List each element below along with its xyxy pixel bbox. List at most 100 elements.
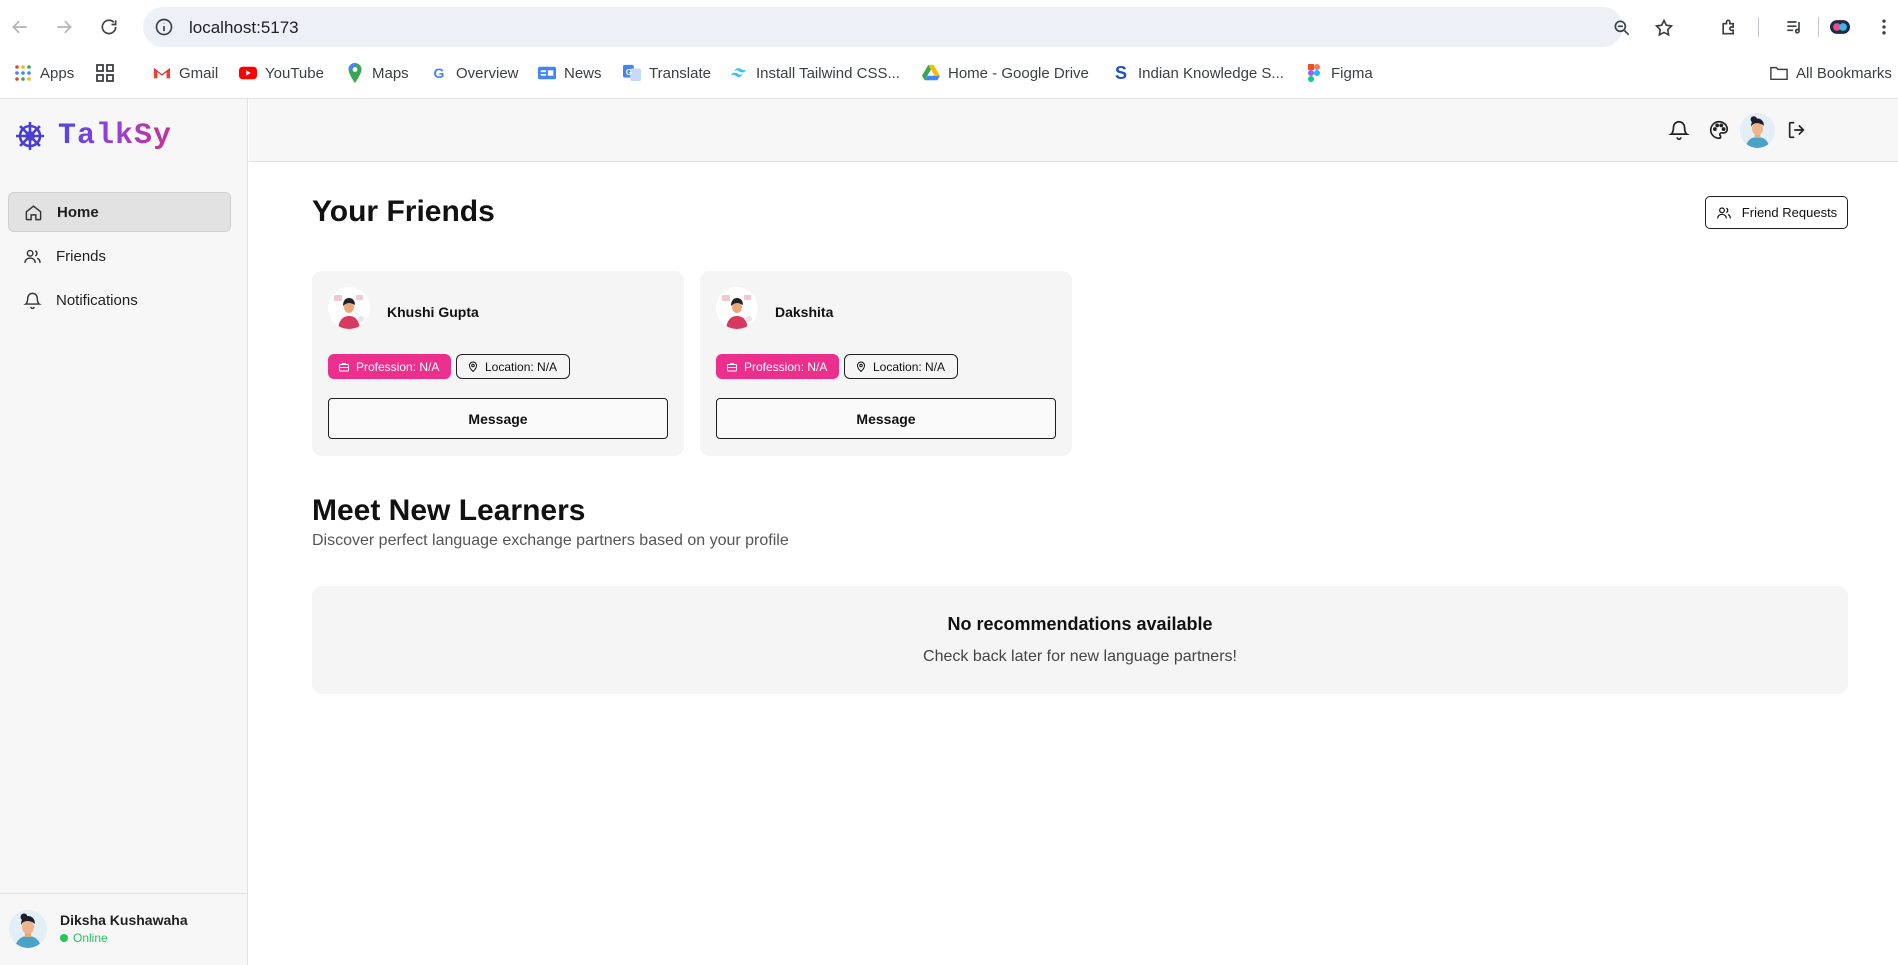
current-user: Diksha Kushawaha Online — [0, 893, 248, 965]
apps-grid-icon — [14, 64, 32, 82]
page-title: Your Friends — [312, 195, 495, 228]
tailwind-icon — [730, 64, 748, 82]
drive-icon — [922, 64, 940, 82]
message-button[interactable]: Message — [328, 398, 668, 439]
sidebar-item-friends[interactable]: Friends — [8, 236, 231, 276]
bookmark-news[interactable]: News — [538, 60, 602, 86]
briefcase-icon — [339, 362, 349, 371]
avatar[interactable] — [716, 287, 758, 329]
ship-wheel-icon — [16, 122, 44, 150]
more-vertical-icon — [1882, 19, 1886, 35]
friend-requests-label: Friend Requests — [1741, 205, 1838, 220]
youtube-icon — [239, 64, 257, 82]
forward-button[interactable] — [50, 13, 78, 41]
sidebar-item-label: Notifications — [56, 291, 138, 309]
theme-selector-button[interactable] — [1706, 117, 1732, 143]
tab-groups-icon — [96, 64, 114, 82]
media-button[interactable] — [1780, 13, 1808, 41]
online-dot-icon — [60, 934, 68, 942]
url-text[interactable]: localhost:5173 — [189, 18, 299, 38]
status-badge: Online — [60, 931, 108, 945]
bookmark-figma[interactable]: Figma — [1305, 60, 1373, 86]
arrow-right-icon — [57, 20, 72, 34]
bookmark-maps[interactable]: Maps — [346, 60, 409, 86]
main-content: Your Friends Friend Requests Khushi Gupt… — [249, 163, 1898, 965]
zoom-icon[interactable] — [1611, 17, 1633, 39]
bookmark-star-icon[interactable] — [1653, 17, 1675, 39]
friend-card: Dakshita Profession: N/A Location: N/A M… — [700, 271, 1072, 456]
avatar[interactable] — [328, 287, 370, 329]
logout-icon — [1788, 121, 1805, 139]
reload-icon — [101, 19, 117, 35]
section-subtitle: Discover perfect language exchange partn… — [312, 532, 789, 549]
logo[interactable]: TalkSy — [14, 119, 172, 153]
folder-icon — [1770, 64, 1788, 82]
browser-chrome: localhost:5173 Apps Gmail YouTube Maps G… — [0, 0, 1898, 143]
location-badge: Location: N/A — [844, 354, 959, 379]
bookmark-indian-knowledge[interactable]: S Indian Knowledge S... — [1112, 60, 1284, 86]
address-bar[interactable]: localhost:5173 — [143, 7, 1674, 47]
gmail-icon — [153, 64, 171, 82]
toolbar-divider — [1818, 17, 1819, 37]
palette-icon — [1710, 120, 1729, 140]
browser-toolbar: localhost:5173 — [0, 0, 1898, 54]
maps-icon — [346, 63, 364, 83]
profession-badge: Profession: N/A — [328, 354, 452, 379]
menu-button[interactable] — [1870, 13, 1898, 41]
empty-state-subtitle: Check back later for new language partne… — [923, 648, 1237, 665]
top-navbar — [249, 99, 1898, 162]
translate-icon: G — [623, 64, 641, 82]
bookmark-youtube[interactable]: YouTube — [239, 60, 324, 86]
bookmarks-bar: Apps Gmail YouTube Maps G Overview News … — [0, 60, 1898, 143]
avatar[interactable] — [1740, 113, 1775, 148]
users-icon — [1716, 206, 1731, 218]
bookmark-apps[interactable]: Apps — [14, 60, 74, 86]
avatar[interactable] — [9, 910, 47, 948]
home-icon — [23, 202, 43, 222]
bookmark-google-drive[interactable]: Home - Google Drive — [922, 60, 1089, 86]
friend-name: Khushi Gupta — [387, 304, 479, 320]
location-badge: Location: N/A — [456, 354, 571, 379]
profile-avatar-icon — [1830, 20, 1850, 34]
status-text: Online — [73, 931, 108, 945]
app-root: TalkSy Home Friends Notifications Diksha… — [0, 99, 1898, 965]
bookmark-gmail[interactable]: Gmail — [153, 60, 218, 86]
bookmark-translate[interactable]: G Translate — [623, 60, 711, 86]
extensions-button[interactable] — [1715, 13, 1743, 41]
logout-button[interactable] — [1784, 117, 1810, 143]
news-icon — [538, 64, 556, 82]
briefcase-icon — [727, 362, 737, 371]
site-info-icon[interactable] — [153, 16, 175, 38]
logo-text: TalkSy — [58, 119, 173, 153]
friend-requests-button[interactable]: Friend Requests — [1705, 196, 1848, 229]
s-icon: S — [1114, 62, 1127, 83]
users-icon — [22, 246, 42, 266]
section-title: Meet New Learners — [312, 494, 586, 527]
arrow-left-icon — [12, 20, 27, 34]
bookmark-tab-groups[interactable] — [96, 60, 122, 86]
figma-icon — [1305, 64, 1323, 82]
current-user-name: Diksha Kushawaha — [60, 912, 188, 928]
svg-text:G: G — [626, 68, 632, 77]
profession-badge: Profession: N/A — [716, 354, 840, 379]
bookmark-tailwind[interactable]: Install Tailwind CSS... — [730, 60, 900, 86]
back-button[interactable] — [6, 13, 34, 41]
sidebar-item-label: Friends — [56, 247, 107, 265]
empty-state-title: No recommendations available — [947, 614, 1213, 634]
profile-button[interactable] — [1826, 13, 1854, 41]
all-bookmarks[interactable]: All Bookmarks — [1770, 60, 1892, 86]
notifications-button[interactable] — [1666, 117, 1692, 143]
friend-name: Dakshita — [775, 304, 834, 320]
playlist-icon — [1787, 21, 1800, 34]
friend-card: Khushi Gupta Profession: N/A Location: N… — [312, 271, 684, 456]
map-pin-icon — [468, 361, 478, 372]
empty-state: No recommendations available Check back … — [312, 586, 1848, 694]
bell-icon — [22, 290, 42, 310]
reload-button[interactable] — [95, 13, 123, 41]
bookmark-overview[interactable]: G Overview — [430, 60, 519, 86]
toolbar-divider — [1758, 17, 1759, 37]
sidebar-item-home[interactable]: Home — [8, 192, 231, 232]
sidebar-item-notifications[interactable]: Notifications — [8, 280, 231, 320]
bell-icon — [1668, 121, 1690, 140]
message-button[interactable]: Message — [716, 398, 1056, 439]
